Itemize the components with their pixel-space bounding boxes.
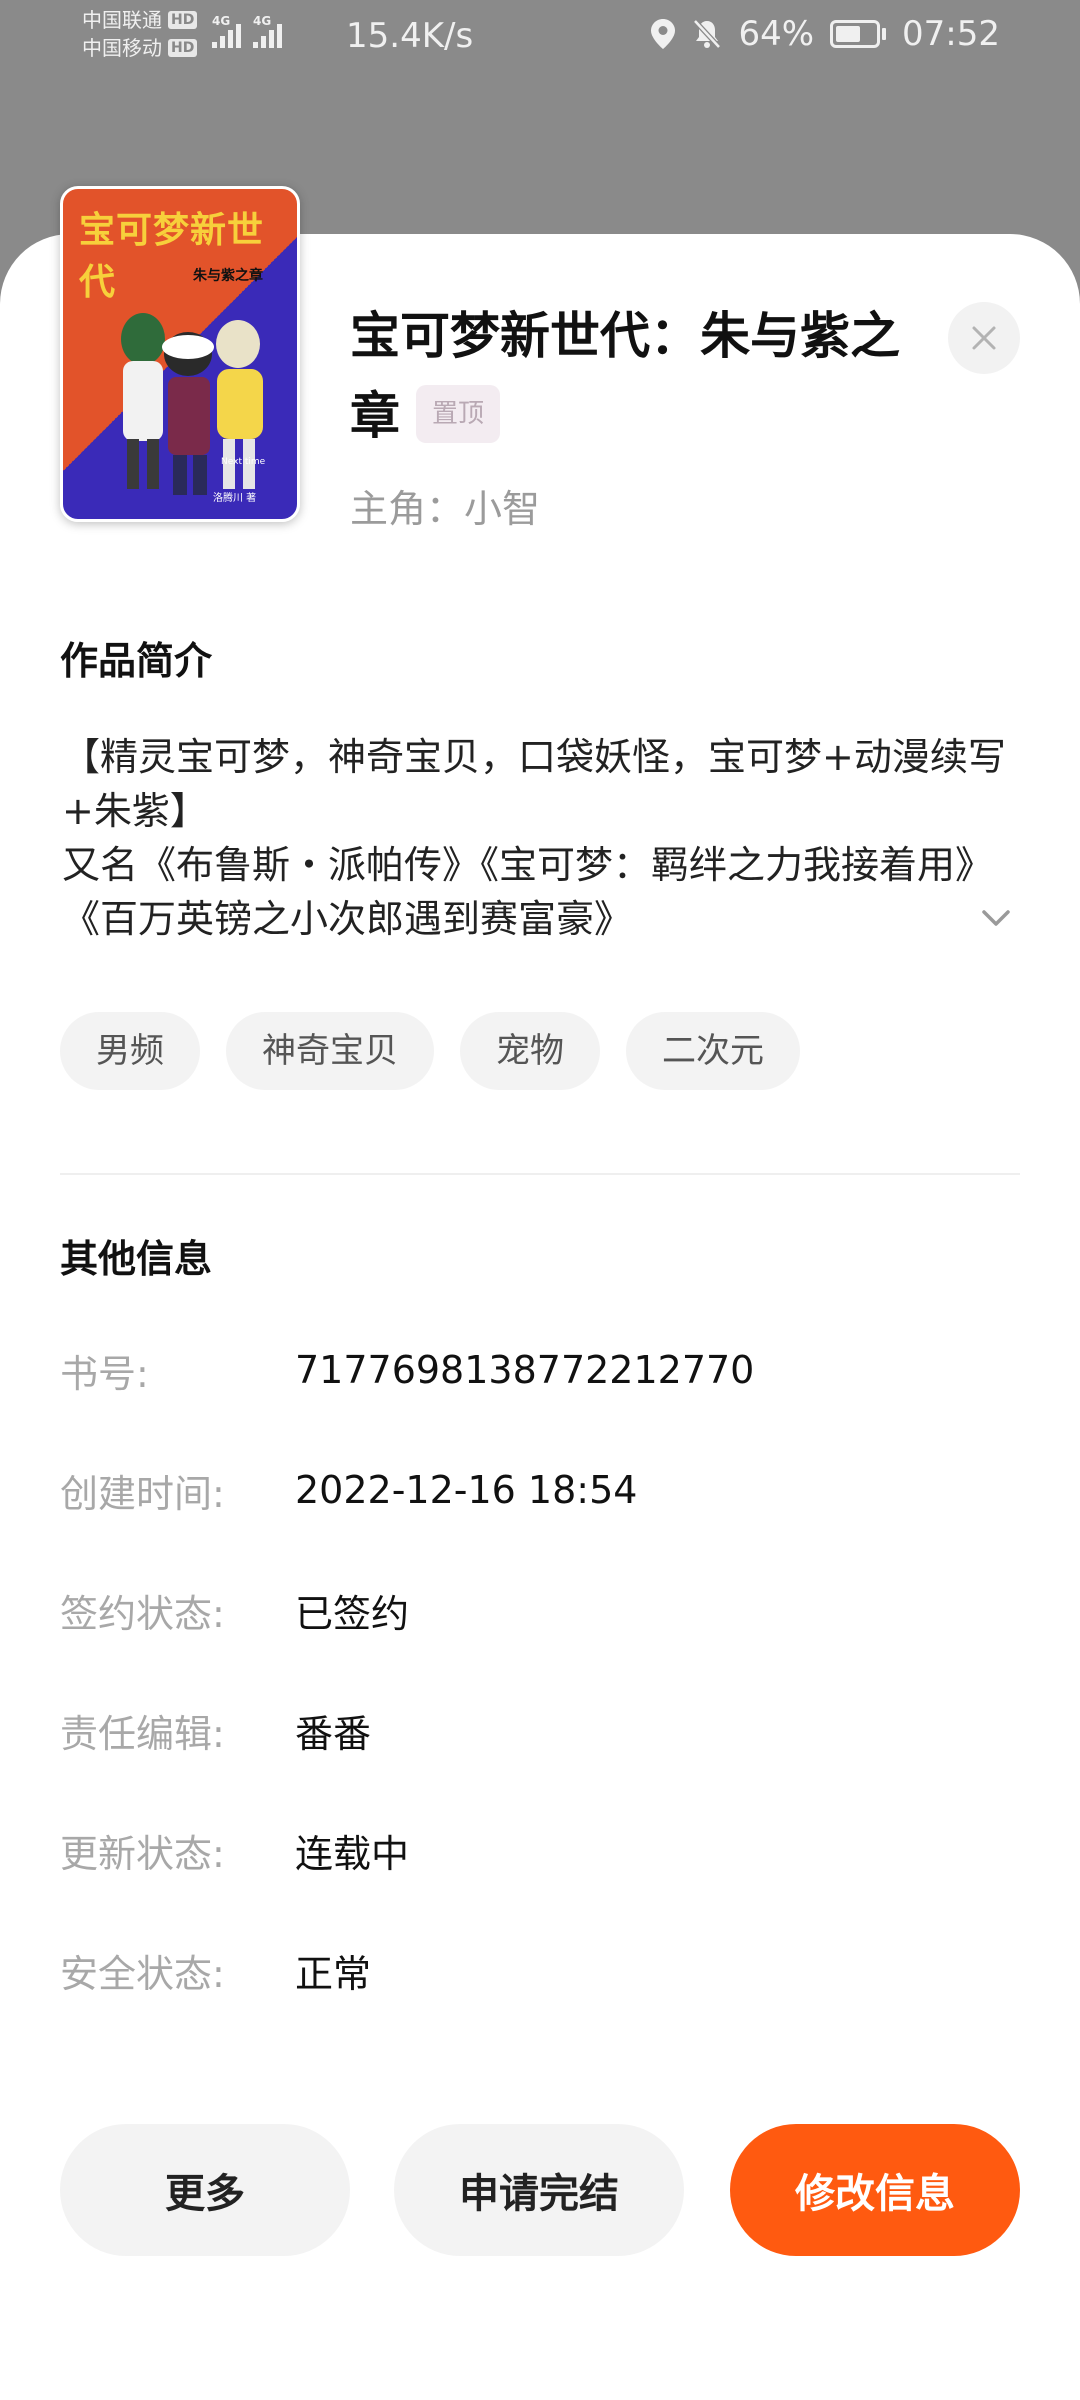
tag-chip[interactable]: 神奇宝贝	[226, 1012, 434, 1090]
cover-caption: Next time	[221, 457, 266, 467]
more-button[interactable]: 更多	[60, 2124, 350, 2256]
info-value: 番番	[295, 1711, 372, 1756]
info-label: 书号:	[60, 1351, 149, 1396]
cover-illustration: Next time	[121, 313, 266, 495]
tag-chip[interactable]: 二次元	[626, 1012, 800, 1090]
close-icon	[972, 326, 996, 350]
info-label: 安全状态:	[60, 1951, 225, 1996]
chevron-down-icon[interactable]	[978, 900, 1014, 936]
info-row-update-status: 更新状态: 连载中	[60, 1820, 409, 1880]
book-title: 宝可梦新世代：朱与紫之章 置顶	[350, 296, 910, 456]
tag-chip[interactable]: 男频	[60, 1012, 200, 1090]
info-row-book-id: 书号: 7177698138772212770	[60, 1340, 754, 1400]
intro-text[interactable]: 【精灵宝可梦，神奇宝贝，口袋妖怪，宝可梦+动漫续写+朱紫】 又名《布鲁斯・派帕传…	[62, 730, 1022, 946]
status-bar: 中国联通 HD 中国移动 HD 4G 4G 15.4K/s 64% 07:52	[0, 0, 1080, 72]
info-value: 连载中	[295, 1831, 410, 1876]
info-row-editor: 责任编辑: 番番	[60, 1700, 371, 1760]
info-label: 签约状态:	[60, 1591, 225, 1636]
info-row-contract: 签约状态: 已签约	[60, 1580, 409, 1640]
tag-chip[interactable]: 宠物	[460, 1012, 600, 1090]
battery-icon	[830, 20, 887, 48]
cover-title: 宝可梦新世代	[79, 209, 265, 303]
intro-heading: 作品简介	[60, 639, 213, 683]
intro-line: 【精灵宝可梦，神奇宝贝，口袋妖怪，宝可梦+动漫续写+朱紫】	[62, 735, 1006, 833]
carrier-1: 中国联通	[82, 8, 162, 32]
signal-icon: 4G	[253, 14, 282, 48]
info-value: 正常	[295, 1951, 372, 1996]
status-right: 64% 07:52	[650, 14, 1000, 54]
edit-info-button[interactable]: 修改信息	[730, 2124, 1020, 2256]
network-type: 4G	[212, 14, 231, 28]
battery-percent: 64%	[738, 14, 815, 54]
divider	[60, 1173, 1020, 1175]
cover-subtitle: 朱与紫之章	[193, 268, 263, 284]
clock: 07:52	[902, 14, 1000, 54]
info-value: 已签约	[295, 1591, 410, 1636]
protagonist: 主角：小智	[350, 487, 541, 531]
book-cover[interactable]: 宝可梦新世代 朱与紫之章 Next time 洛腾川 著	[60, 186, 300, 522]
info-value: 7177698138772212770	[295, 1348, 755, 1392]
signal-icon: 4G	[212, 14, 241, 48]
info-label: 更新状态:	[60, 1831, 225, 1876]
info-label: 责任编辑:	[60, 1711, 225, 1756]
apply-complete-button[interactable]: 申请完结	[394, 2124, 684, 2256]
network-speed: 15.4K/s	[346, 16, 474, 56]
intro-line: 又名《布鲁斯・派帕传》《宝可梦：羁绊之力我接着用》《百万英镑之小次郎遇到赛富豪》	[62, 843, 994, 941]
pin-badge: 置顶	[416, 384, 501, 443]
carrier-info: 中国联通 HD 中国移动 HD	[82, 6, 198, 62]
info-row-created: 创建时间: 2022-12-16 18:54	[60, 1460, 637, 1520]
hd-badge: HD	[168, 39, 198, 57]
info-label: 创建时间:	[60, 1471, 225, 1516]
book-detail-sheet	[0, 234, 1080, 2400]
cover-author: 洛腾川 著	[213, 493, 257, 504]
other-info-heading: 其他信息	[60, 1237, 213, 1281]
network-type: 4G	[253, 14, 272, 28]
close-button[interactable]	[948, 302, 1020, 374]
mute-bell-icon	[693, 19, 722, 49]
info-row-safety: 安全状态: 正常	[60, 1940, 371, 2000]
info-value: 2022-12-16 18:54	[295, 1468, 638, 1512]
carrier-2: 中国移动	[82, 36, 162, 60]
hd-badge: HD	[168, 11, 198, 29]
location-icon	[651, 19, 676, 49]
tag-list: 男频 神奇宝贝 宠物 二次元	[60, 1012, 800, 1090]
signal-icons: 4G 4G	[212, 14, 282, 48]
